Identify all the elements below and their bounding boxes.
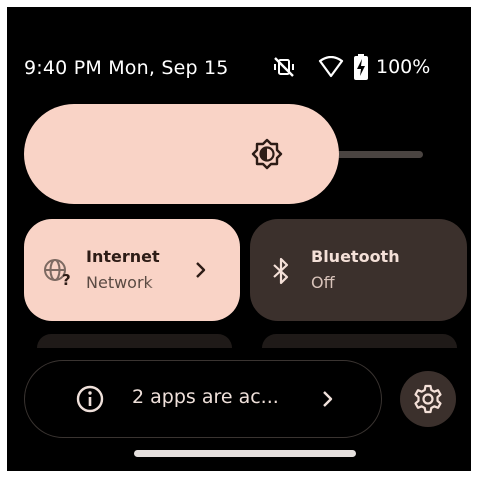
status-icons: 100% [272, 54, 430, 80]
bluetooth-icon [272, 257, 290, 289]
internet-tile-subtitle: Network [86, 273, 153, 292]
internet-tile-title: Internet [86, 247, 160, 266]
brightness-icon [250, 137, 284, 171]
brightness-slider[interactable] [24, 104, 339, 204]
bluetooth-tile-subtitle: Off [311, 273, 335, 292]
chevron-right-icon [321, 390, 333, 412]
next-tile-row-left [37, 334, 232, 348]
battery-percent: 100% [376, 56, 431, 78]
internet-unknown-icon: ? [42, 257, 76, 291]
internet-tile[interactable]: ? Internet Network [24, 219, 240, 321]
status-datetime: 9:40 PM Mon, Sep 15 [24, 57, 229, 79]
bluetooth-tile[interactable]: Bluetooth Off [250, 219, 467, 321]
home-gesture-bar[interactable] [134, 450, 356, 457]
quick-settings-panel: 9:40 PM Mon, Sep 15 100% ? Internet Netw… [7, 7, 471, 471]
bluetooth-tile-title: Bluetooth [311, 247, 400, 266]
svg-text:?: ? [62, 271, 71, 287]
settings-button[interactable] [400, 371, 456, 427]
chevron-right-icon[interactable] [194, 261, 206, 283]
running-apps-label: 2 apps are ac... [132, 386, 279, 408]
info-icon [75, 384, 105, 418]
running-apps-button[interactable]: 2 apps are ac... [24, 360, 382, 438]
mute-vibrate-icon [272, 55, 296, 79]
battery-charging-icon [354, 54, 368, 80]
wifi-icon [318, 56, 344, 78]
next-tile-row-right [262, 334, 457, 348]
gear-icon [412, 383, 444, 419]
